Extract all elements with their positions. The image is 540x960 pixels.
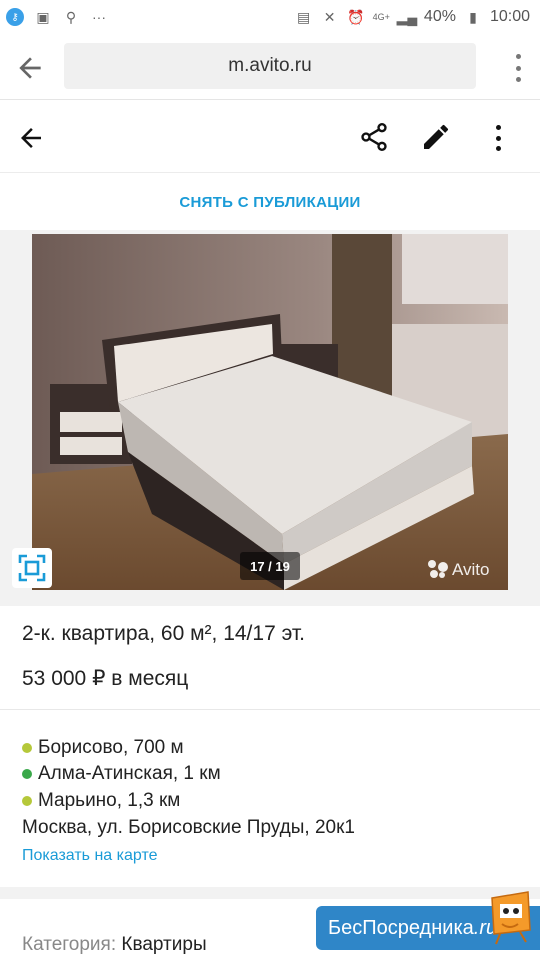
listing-photo[interactable] — [32, 234, 508, 590]
photo-gallery[interactable]: 17 / 19 Avito — [0, 230, 540, 606]
avito-watermark: Avito — [428, 560, 490, 580]
browser-menu-icon[interactable] — [514, 54, 522, 82]
status-bar: ⚷ ▣ ⚲ ··· ▤ ✕ ⏰ 4G+ ▂▄ 40% ▮ 10:00 — [0, 0, 540, 34]
fullscreen-icon — [18, 554, 46, 582]
bes-posrednika-banner[interactable]: БесПосредника .ru — [316, 891, 540, 950]
section-divider — [0, 887, 540, 899]
search-icon: ⚲ — [65, 8, 77, 25]
listing-title: 2-к. квартира, 60 м², 14/17 эт. — [22, 622, 305, 645]
back-arrow-icon[interactable] — [16, 123, 46, 153]
network-type: 4G+ — [372, 12, 390, 22]
metro-station-name: Алма-Атинская, 1 км — [38, 763, 221, 784]
clock: 10:00 — [489, 8, 530, 25]
metro-station: Марьино, 1,3 км — [22, 790, 180, 812]
show-on-map-link[interactable]: Показать на карте — [22, 847, 157, 865]
fullscreen-button[interactable] — [12, 548, 52, 588]
alarm-icon: ⏰ — [346, 8, 365, 25]
app-toolbar — [0, 101, 540, 173]
unpublish-section: СНЯТЬ С ПУБЛИКАЦИИ — [0, 174, 540, 230]
metro-dot-icon — [22, 743, 32, 753]
address: Москва, ул. Борисовские Пруды, 20к1 — [22, 817, 355, 838]
lock-icon: ▤ — [297, 8, 311, 25]
watermark-text: Avito — [452, 560, 490, 579]
url-bar[interactable]: m.avito.ru — [64, 43, 476, 89]
more-notifications-icon: ··· — [92, 9, 106, 25]
listing-header: 2-к. квартира, 60 м², 14/17 эт. 53 000 ₽… — [0, 606, 540, 710]
banner-text: БесПосредника — [328, 916, 474, 939]
mascot-icon — [491, 891, 531, 945]
listing-price: 53 000 ₽ в месяц — [22, 667, 189, 690]
gallery-icon: ▣ — [36, 8, 50, 25]
vpn-key-icon: ⚷ — [6, 8, 24, 26]
category-label: Категория: — [22, 934, 117, 955]
location-section: Борисово, 700 м Алма-Атинская, 1 км Марь… — [0, 711, 540, 887]
unpublish-button[interactable]: СНЯТЬ С ПУБЛИКАЦИИ — [179, 194, 360, 211]
metro-dot-icon — [22, 796, 32, 806]
metro-station-name: Марьино, 1,3 км — [38, 790, 181, 811]
signal-icon: ▂▄ — [396, 8, 418, 25]
browser-toolbar: m.avito.ru — [0, 34, 540, 100]
url-text: m.avito.ru — [228, 55, 312, 76]
browser-back-icon[interactable] — [14, 52, 46, 84]
metro-station-name: Борисово, 700 м — [38, 737, 184, 758]
mute-icon: ✕ — [323, 8, 336, 25]
edit-pencil-icon[interactable] — [420, 121, 452, 153]
photo-counter: 17 / 19 — [240, 552, 300, 580]
category-row: Категория: Квартиры — [22, 934, 207, 956]
category-value: Квартиры — [121, 934, 207, 955]
metro-station: Алма-Атинская, 1 км — [22, 763, 221, 785]
metro-station: Борисово, 700 м — [22, 737, 184, 759]
battery-icon: ▮ — [469, 8, 477, 25]
more-options-icon[interactable] — [494, 125, 502, 151]
battery-text: 40% — [423, 8, 456, 25]
share-icon[interactable] — [358, 121, 390, 153]
avito-logo-icon — [428, 560, 448, 580]
metro-dot-icon — [22, 769, 32, 779]
